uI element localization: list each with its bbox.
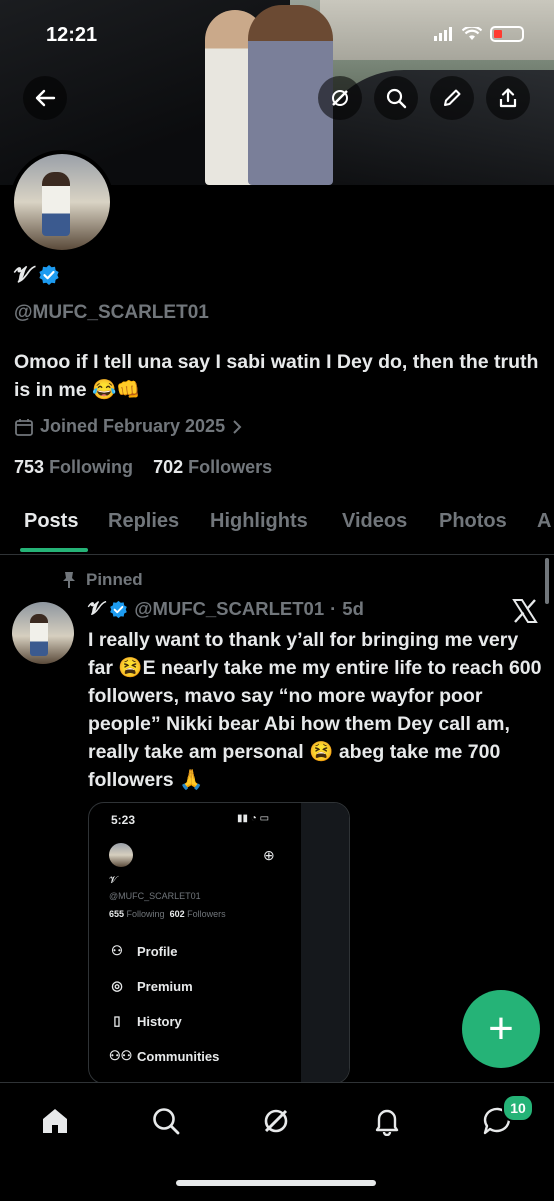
share-icon — [499, 88, 517, 108]
person-icon: ⚇ — [111, 943, 123, 958]
active-tab-indicator — [20, 548, 88, 552]
media-time: 5:23 — [111, 813, 136, 827]
post-media-image[interactable]: 5:23 ▮▮ ◔ ▭ ⊕ 𝓥 @MUFC_SCARLET01 655 Foll… — [88, 802, 350, 1084]
post-author-handle[interactable]: @MUFC_SCARLET01 — [134, 598, 324, 620]
pin-icon — [63, 572, 75, 588]
verified-badge-icon — [110, 600, 128, 618]
media-handle: @MUFC_SCARLET01 — [109, 891, 201, 901]
verified-badge-icon[interactable] — [38, 264, 60, 286]
tab-highlights[interactable]: Highlights — [210, 510, 308, 533]
post-header: 𝓥 @MUFC_SCARLET01 · 5d — [88, 598, 364, 620]
home-icon — [43, 1109, 67, 1133]
signal-icon — [434, 27, 452, 41]
profile-bio: Omoo if I tell una say I sabi watin I De… — [14, 351, 539, 401]
calendar-icon — [15, 418, 33, 436]
media-follow-stats: 655 Following 602 Followers — [109, 909, 226, 919]
following-link[interactable]: 753 Following — [14, 457, 133, 477]
followers-link[interactable]: 702 Followers — [153, 457, 272, 477]
nav-home[interactable] — [35, 1101, 75, 1141]
tab-replies[interactable]: Replies — [108, 510, 179, 533]
search-icon — [386, 88, 407, 109]
home-indicator[interactable] — [176, 1180, 376, 1186]
status-bar: 12:21 — [0, 22, 554, 52]
media-menu-history: ▯ History — [109, 1013, 181, 1029]
compose-button[interactable]: + — [462, 990, 540, 1068]
nav-grok[interactable] — [256, 1101, 296, 1141]
edit-button[interactable] — [430, 76, 474, 120]
profile-name-text: 𝓥 — [14, 262, 33, 287]
media-side-panel — [301, 803, 349, 1083]
pinned-label: Pinned — [62, 570, 143, 590]
nav-search[interactable] — [146, 1101, 186, 1141]
media-menu-profile: ⚇ Profile — [109, 943, 177, 959]
media-status-icons: ▮▮ ◔ ▭ — [237, 813, 270, 824]
post-text: I really want to thank y’all for bringin… — [88, 629, 542, 791]
communities-icon: ⚇⚇ — [109, 1048, 133, 1063]
joined-date[interactable]: Joined February 2025 — [14, 416, 243, 437]
add-account-icon: ⊕ — [263, 847, 275, 863]
wifi-icon — [462, 27, 482, 40]
premium-icon: ◎ — [111, 978, 123, 993]
status-time: 12:21 — [46, 24, 98, 46]
share-button[interactable] — [486, 76, 530, 120]
profile-handle: @MUFC_SCARLET01 — [14, 302, 209, 323]
grok-button[interactable] — [318, 76, 362, 120]
grok-icon — [264, 1109, 288, 1133]
grok-icon — [332, 90, 348, 106]
nav-notifications[interactable] — [367, 1101, 407, 1141]
chevron-right-icon — [233, 419, 242, 434]
tab-videos[interactable]: Videos — [342, 510, 407, 533]
messages-badge: 10 — [502, 1094, 534, 1122]
tab-photos[interactable]: Photos — [439, 510, 507, 533]
search-button[interactable] — [374, 76, 418, 120]
search-icon — [153, 1108, 180, 1135]
joined-text: Joined February 2025 — [40, 416, 226, 436]
profile-tabs: Posts Replies Highlights Videos Photos A — [0, 500, 554, 555]
post-time: 5d — [342, 598, 364, 619]
notifications-icon — [375, 1109, 399, 1136]
bookmark-icon: ▯ — [113, 1013, 121, 1028]
profile-avatar[interactable] — [10, 150, 114, 254]
profile-name: 𝓥 — [14, 262, 60, 288]
back-arrow-icon — [35, 89, 56, 107]
edit-icon — [444, 89, 461, 106]
status-icons — [434, 26, 524, 42]
follow-stats: 753 Following 702 Followers — [14, 457, 272, 478]
media-menu-communities: ⚇⚇ Communities — [109, 1048, 220, 1064]
media-menu-premium: ◎ Premium — [109, 978, 192, 994]
post-author-name[interactable]: 𝓥 — [88, 598, 103, 620]
battery-icon — [490, 26, 524, 42]
back-button[interactable] — [23, 76, 67, 120]
post-separator: · — [330, 598, 337, 619]
scrollbar[interactable] — [545, 558, 549, 604]
media-name: 𝓥 — [109, 875, 118, 886]
post-author-avatar[interactable] — [12, 602, 74, 664]
tab-posts[interactable]: Posts — [24, 510, 78, 533]
tab-articles[interactable]: A — [537, 510, 551, 533]
media-avatar — [109, 843, 133, 867]
